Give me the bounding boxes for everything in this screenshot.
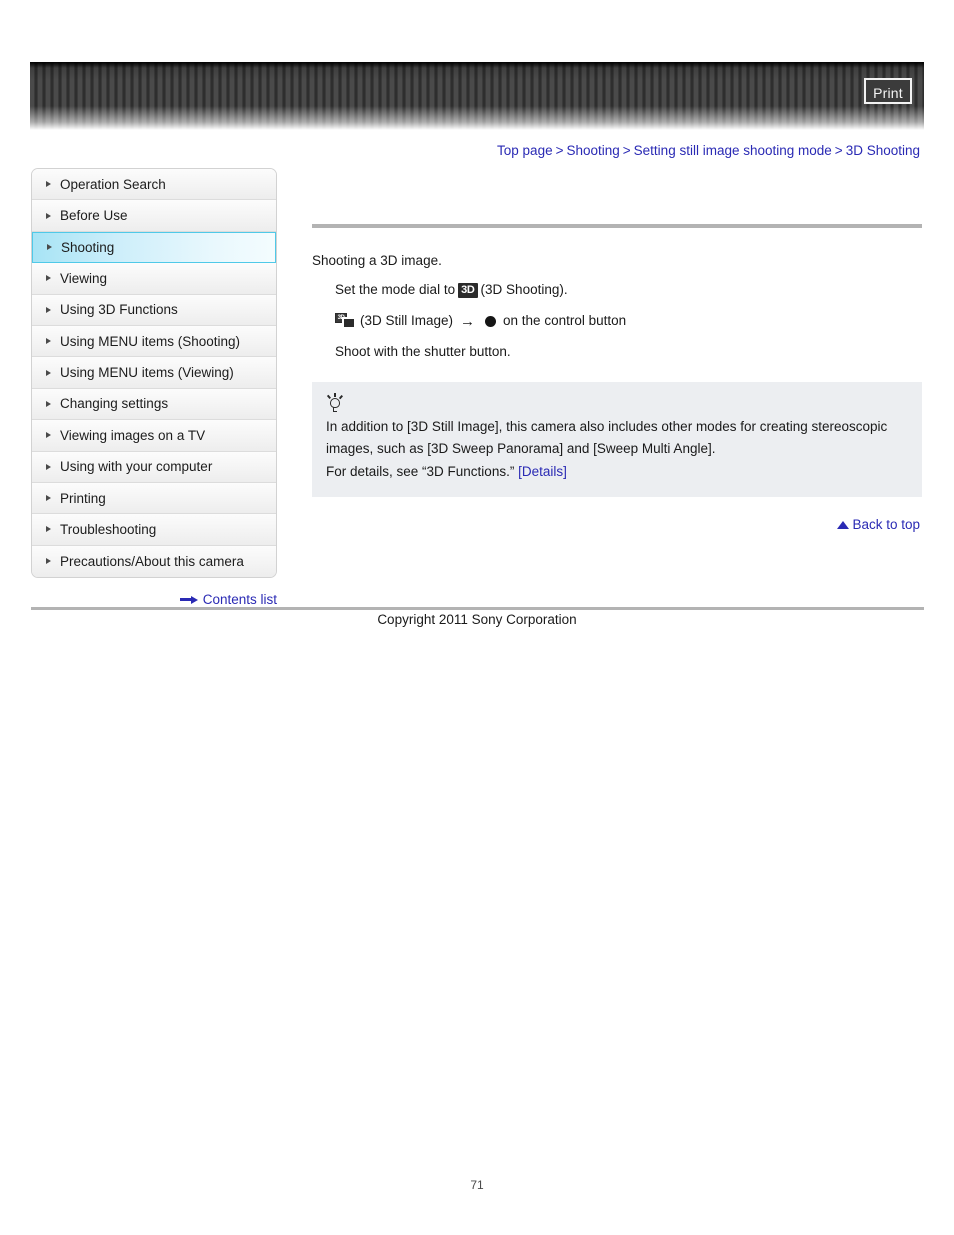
sidebar-item-label: Printing (60, 490, 106, 506)
breadcrumb-separator: > (622, 143, 631, 158)
contents-list-label: Contents list (202, 592, 277, 607)
triangle-right-icon (47, 244, 52, 251)
arrow-right-glyph-icon: → (460, 312, 476, 330)
mode-dial-3d-icon: 3D (458, 282, 478, 298)
tip-line-1: In addition to [3D Still Image], this ca… (326, 419, 888, 435)
sidebar-item-label: Troubleshooting (60, 521, 157, 537)
tip-box: In addition to [3D Still Image], this ca… (312, 382, 922, 497)
breadcrumb-separator: > (834, 143, 843, 158)
triangle-right-icon (46, 338, 51, 345)
step-2-label: (3D Still Image) (360, 313, 454, 329)
breadcrumb-item-top-page[interactable]: Top page (497, 143, 553, 158)
control-button-center-icon (485, 316, 497, 328)
step-1-suffix: (3D Shooting). (480, 282, 568, 297)
triangle-right-icon (46, 275, 51, 282)
sidebar-navigation: Operation Search Before Use Shooting Vie… (31, 168, 277, 579)
sidebar-item-troubleshooting[interactable]: Troubleshooting (32, 514, 276, 546)
triangle-right-icon (46, 369, 51, 376)
main-content: Shooting a 3D image. Set the mode dial t… (312, 224, 922, 497)
page-number: 71 (470, 1178, 484, 1192)
step-1: Set the mode dial to 3D (3D Shooting). (335, 280, 922, 301)
procedure-steps: Set the mode dial to 3D (3D Shooting). 3… (312, 280, 922, 363)
sidebar-item-label: Changing settings (60, 396, 169, 412)
breadcrumb: Top page > Shooting > Setting still image sh… (497, 143, 920, 158)
page-header-banner: Print (30, 62, 924, 130)
sidebar-item-label: Viewing (60, 270, 108, 286)
sidebar-item-using-3d-functions[interactable]: Using 3D Functions (32, 294, 276, 326)
sidebar-item-before-use[interactable]: Before Use (32, 200, 276, 232)
sidebar-item-using-with-your-computer[interactable]: Using with your computer (32, 451, 276, 483)
sidebar-item-label: Viewing images on a TV (60, 427, 206, 443)
print-button[interactable]: Print (864, 78, 912, 104)
tip-line-2: images, such as [3D Sweep Panorama] and … (326, 441, 716, 457)
contents-list-link[interactable]: Contents list (179, 592, 277, 607)
triangle-right-icon (46, 212, 51, 219)
sidebar-item-label: Operation Search (60, 176, 166, 192)
step-2-suffix: on the control button (503, 313, 627, 329)
breadcrumb-item-3d-shooting[interactable]: 3D Shooting (846, 143, 920, 158)
3d-still-image-icon: 3D (335, 313, 357, 330)
sidebar-item-shooting[interactable]: Shooting (32, 231, 276, 264)
back-to-top-container: Back to top (837, 517, 920, 532)
triangle-right-icon (46, 181, 51, 188)
footer-divider (31, 607, 924, 610)
striped-banner-background (30, 62, 924, 130)
step-2: 3D (3D Still Image) → on the control but… (335, 310, 922, 333)
triangle-up-icon (837, 520, 850, 529)
breadcrumb-item-setting-still-image-shooting-mode[interactable]: Setting still image shooting mode (634, 143, 832, 158)
sidebar-item-label: Before Use (60, 208, 128, 224)
sidebar-item-viewing[interactable]: Viewing (32, 263, 276, 295)
triangle-right-icon (46, 463, 51, 470)
back-to-top-link[interactable]: Back to top (852, 517, 920, 532)
sidebar-item-using-menu-items-shooting[interactable]: Using MENU items (Shooting) (32, 325, 276, 358)
intro-text: Shooting a 3D image. (312, 253, 442, 268)
tip-line-3: For details, see “3D Functions.” (326, 463, 515, 479)
triangle-right-icon (46, 526, 51, 533)
sidebar-item-using-menu-items-viewing[interactable]: Using MENU items (Viewing) (32, 357, 276, 389)
contents-list-container: Contents list (31, 592, 277, 607)
step-3-text: Shoot with the shutter button. (335, 344, 511, 360)
sidebar-item-label: Using MENU items (Viewing) (60, 365, 234, 381)
sidebar-item-label: Using MENU items (Shooting) (60, 333, 241, 349)
sidebar-item-label: Shooting (61, 239, 115, 255)
details-link[interactable]: [Details] (518, 464, 567, 479)
triangle-right-icon (46, 306, 51, 313)
lightbulb-icon (326, 393, 344, 413)
sidebar-item-printing[interactable]: Printing (32, 482, 276, 515)
sidebar-item-precautions-about-this-camera[interactable]: Precautions/About this camera (32, 545, 276, 578)
copyright-text: Copyright 2011 Sony Corporation (377, 612, 577, 627)
arrow-right-icon (179, 595, 198, 604)
step-1-prefix: Set the mode dial to (335, 282, 456, 297)
step-3: Shoot with the shutter button. (335, 342, 922, 363)
content-top-divider (312, 224, 922, 228)
breadcrumb-separator: > (555, 143, 564, 158)
triangle-right-icon (46, 558, 51, 565)
sidebar-item-label: Precautions/About this camera (60, 553, 244, 569)
triangle-right-icon (46, 432, 51, 439)
triangle-right-icon (46, 495, 51, 502)
breadcrumb-item-shooting[interactable]: Shooting (566, 143, 619, 158)
tip-text: In addition to [3D Still Image], this ca… (326, 416, 908, 483)
sidebar-item-label: Using with your computer (60, 459, 213, 475)
sidebar-item-changing-settings[interactable]: Changing settings (32, 388, 276, 421)
sidebar-item-label: Using 3D Functions (60, 302, 178, 318)
triangle-right-icon (46, 400, 51, 407)
sidebar-item-viewing-images-on-a-tv[interactable]: Viewing images on a TV (32, 420, 276, 452)
sidebar-item-operation-search[interactable]: Operation Search (32, 169, 276, 201)
